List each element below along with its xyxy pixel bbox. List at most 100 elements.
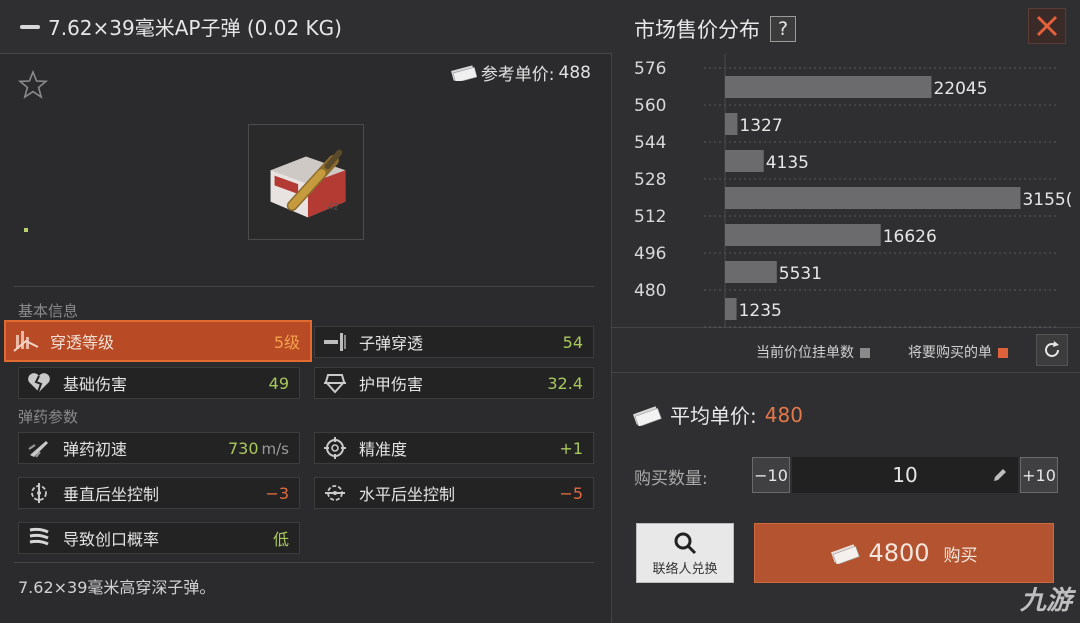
divider [612,372,1080,373]
legend-current-label: 当前价位挂单数 [756,345,854,361]
stat-label: 水平后坐控制 [359,485,456,504]
crosshair-icon [315,433,355,463]
search-icon [674,532,697,554]
section-ammo-params: 弹药参数 [18,408,79,426]
divider [14,286,594,287]
bar-value-label: 1327 [739,116,782,136]
contact-exchange-button[interactable]: 联络人兑换 [636,523,734,583]
stat-penetration-level[interactable]: 穿透等级 5级 [4,320,312,362]
pencil-icon[interactable] [992,467,1008,483]
bar-value-label: 3155( [1022,190,1072,210]
ammo-box-icon: 42 [270,149,346,218]
watermark-logo: 九游 [1019,586,1072,616]
help-button[interactable]: ? [770,16,796,42]
item-title: 7.62×39毫米AP子弹 (0.02 KG) [48,16,342,40]
y-tick-label: 496 [634,244,666,264]
stat-base-damage[interactable]: 基础伤害 49 [18,367,300,399]
svg-text:42: 42 [328,203,339,213]
quantity-input[interactable]: 10 [792,457,1018,493]
price-distribution-svg: 576 560 544 528 512 496 480 22045 1327 4135 3155( 1… [634,54,1072,328]
stat-value: 54 [562,332,583,352]
legend-buy: 将要购买的单 [908,342,1008,362]
quantity-value: 10 [892,463,918,487]
market-title: 市场售价分布 ? [634,14,796,44]
stat-value-number: 730 [227,438,259,458]
stat-bleed-chance[interactable]: 导致创口概率 低 [18,522,300,554]
buy-price: 4800 [868,539,930,567]
stat-label: 导致创口概率 [63,530,160,549]
bar-value-label: 5531 [779,264,822,284]
favorite-star-icon[interactable] [18,70,48,100]
item-title-bar: 7.62×39毫米AP子弹 (0.02 KG) [0,0,612,54]
indicator-dot [24,228,28,232]
money-icon [633,405,662,426]
average-price-label: 平均单价: [670,404,757,428]
legend-buy-label: 将要购买的单 [908,345,992,361]
stat-value: −5 [559,483,583,503]
y-tick-label: 512 [634,207,666,227]
stat-horizontal-recoil[interactable]: 水平后坐控制 −5 [314,477,594,509]
bar [725,76,932,98]
bar [725,150,764,172]
chart-legend: 当前价位挂单数 将要购买的单 [612,330,1080,368]
stat-value: 32.4 [547,373,583,393]
stat-label: 穿透等级 [50,333,115,352]
reference-price: 参考单价: 488 [450,60,591,85]
bar-value-label: 16626 [883,227,937,247]
y-tick-label: 480 [634,281,666,301]
y-tick-label: 544 [634,133,666,153]
close-button[interactable] [1028,8,1066,44]
legend-current: 当前价位挂单数 [756,342,870,362]
stat-value: −3 [265,483,289,503]
penetration-icon [6,326,46,356]
average-price-value: 480 [764,402,803,427]
stat-value: 730 m/s [228,439,299,458]
bar [725,261,777,283]
stat-label: 垂直后坐控制 [63,485,160,504]
bar-value-label: 22045 [933,79,987,99]
refresh-icon [1045,341,1059,357]
contact-exchange-label: 联络人兑换 [652,561,718,577]
bullet-penetration-icon [315,327,355,357]
quantity-label: 购买数量: [634,469,708,489]
y-tick-label: 528 [634,170,666,190]
stat-accuracy[interactable]: 精准度 +1 [314,432,594,464]
bar-value-label: 4135 [766,153,809,173]
stat-vertical-recoil[interactable]: 垂直后坐控制 −3 [18,477,300,509]
stat-bullet-penetration[interactable]: 子弹穿透 54 [314,326,594,358]
bar [725,224,881,246]
bar-value-label: 1235 [739,301,782,321]
legend-current-swatch [860,348,870,358]
bar [725,298,737,320]
item-image: 42 [248,124,364,240]
legend-buy-swatch [998,348,1008,358]
y-tick-label: 576 [634,59,666,79]
stat-label: 护甲伤害 [359,375,424,394]
money-icon [450,64,477,81]
divider [14,562,594,563]
item-description: 7.62×39毫米高穿深子弹。 [18,578,216,597]
stat-value: 低 [272,530,289,549]
item-detail-panel: 7.62×39毫米AP子弹 (0.02 KG) 参考单价: 488 42 基本信息… [0,0,612,623]
stat-value: +1 [559,438,583,458]
market-panel: 市场售价分布 ? 576 560 544 528 512 496 480 22045 1327 4… [612,0,1080,623]
quantity-plus-button[interactable]: +10 [1020,457,1058,493]
quantity-minus-button[interactable]: −10 [752,457,790,493]
y-tick-label: 560 [634,96,666,116]
velocity-icon [19,433,59,463]
stat-label: 子弹穿透 [359,334,424,353]
section-basic-info: 基本信息 [18,302,79,320]
armor-damage-icon [315,368,355,398]
price-distribution-chart: 576 560 544 528 512 496 480 22045 1327 4135 3155( 1… [612,54,1080,328]
stat-armor-damage[interactable]: 护甲伤害 32.4 [314,367,594,399]
bar [725,187,1021,209]
money-icon [831,544,861,564]
close-icon [1036,15,1058,37]
stat-muzzle-velocity[interactable]: 弹药初速 730 m/s [18,432,300,464]
refresh-button[interactable] [1036,334,1068,366]
reference-price-label: 参考单价: [480,65,555,85]
buy-label: 购买 [943,545,978,566]
bleed-icon [19,523,59,553]
buy-button[interactable]: 4800 购买 [754,523,1054,583]
reference-price-value: 488 [558,62,591,83]
